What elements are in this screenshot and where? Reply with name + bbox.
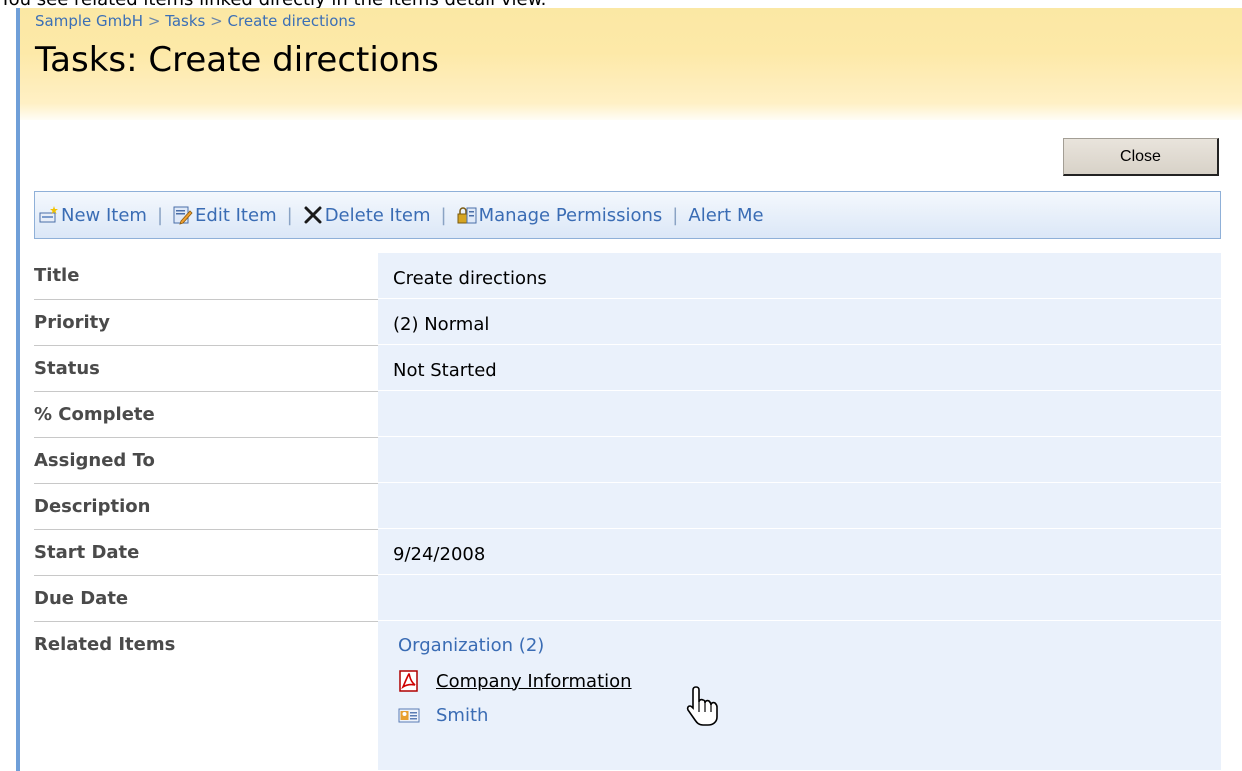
field-row: Title Create directions [34, 253, 1221, 299]
field-row: Due Date [34, 575, 1221, 621]
field-row: Priority (2) Normal [34, 299, 1221, 345]
field-value: Create directions [378, 253, 1221, 299]
field-label: % Complete [34, 391, 378, 437]
page-title: Tasks: Create directions [35, 40, 439, 80]
breadcrumb-separator: > [210, 12, 223, 30]
toolbar-separator: | [440, 204, 447, 226]
toolbar-separator: | [286, 204, 293, 226]
alert-me-link[interactable]: Alert Me [688, 205, 763, 226]
field-label: Title [34, 265, 80, 286]
field-label: Start Date [34, 529, 378, 575]
field-value: (2) Normal [378, 299, 1221, 345]
field-row: Start Date 9/24/2008 [34, 529, 1221, 575]
field-row: Description [34, 483, 1221, 529]
manage-permissions-button[interactable]: Manage Permissions [457, 204, 663, 226]
related-items-label: Related Items [34, 621, 378, 771]
field-value [378, 437, 1221, 483]
contact-card-icon [398, 704, 420, 726]
left-frame-border [16, 8, 20, 771]
related-item: Company Information [398, 664, 1221, 698]
field-row: % Complete [34, 391, 1221, 437]
breadcrumb-separator: > [147, 12, 161, 30]
related-item: Smith [398, 698, 1221, 732]
field-label: Description [34, 483, 378, 529]
hand-cursor-icon [684, 685, 720, 727]
field-value: Not Started [378, 345, 1221, 391]
permissions-lock-icon [457, 205, 477, 225]
new-item-icon [39, 205, 59, 225]
pdf-icon [398, 670, 420, 692]
field-value: 9/24/2008 [378, 529, 1221, 575]
field-value [378, 391, 1221, 437]
field-label: Due Date [34, 575, 378, 621]
new-item-label: New Item [61, 204, 147, 226]
edit-item-label: Edit Item [195, 204, 277, 226]
field-row: Status Not Started [34, 345, 1221, 391]
field-label: Priority [34, 299, 378, 345]
smith-contact-link[interactable]: Smith [436, 705, 488, 726]
alert-me-label: Alert Me [688, 204, 764, 226]
breadcrumb-current: Create directions [227, 12, 356, 30]
company-information-link[interactable]: Company Information [436, 671, 632, 692]
related-items-value: Organization (2) Company Information Smi… [378, 621, 1221, 771]
toolbar-separator: | [672, 204, 679, 226]
breadcrumb: Sample GmbH > Tasks > Create directions [35, 12, 356, 30]
breadcrumb-list-link[interactable]: Tasks [165, 12, 205, 30]
organization-group-link[interactable]: Organization (2) [398, 635, 1221, 656]
delete-item-label: Delete Item [324, 204, 431, 226]
edit-item-button[interactable]: Edit Item [173, 205, 277, 226]
field-label: Assigned To [34, 437, 378, 483]
field-value [378, 575, 1221, 621]
edit-item-icon [173, 205, 193, 225]
close-button[interactable]: Close [1063, 138, 1219, 176]
item-toolbar: New Item | Edit Item | Delete Item | Man… [34, 191, 1221, 239]
breadcrumb-site-link[interactable]: Sample GmbH [35, 12, 143, 30]
delete-x-icon [303, 205, 323, 225]
item-properties-table: Title Create directions Priority (2) Nor… [34, 253, 1221, 771]
field-value [378, 483, 1221, 529]
delete-item-button[interactable]: Delete Item [303, 205, 431, 226]
toolbar-separator: | [156, 204, 164, 226]
new-item-button[interactable]: New Item [39, 205, 147, 226]
manage-permissions-label: Manage Permissions [478, 204, 663, 226]
related-items-row: Related Items Organization (2) Company I… [34, 621, 1221, 771]
field-row: Assigned To [34, 437, 1221, 483]
field-label: Status [34, 345, 378, 391]
